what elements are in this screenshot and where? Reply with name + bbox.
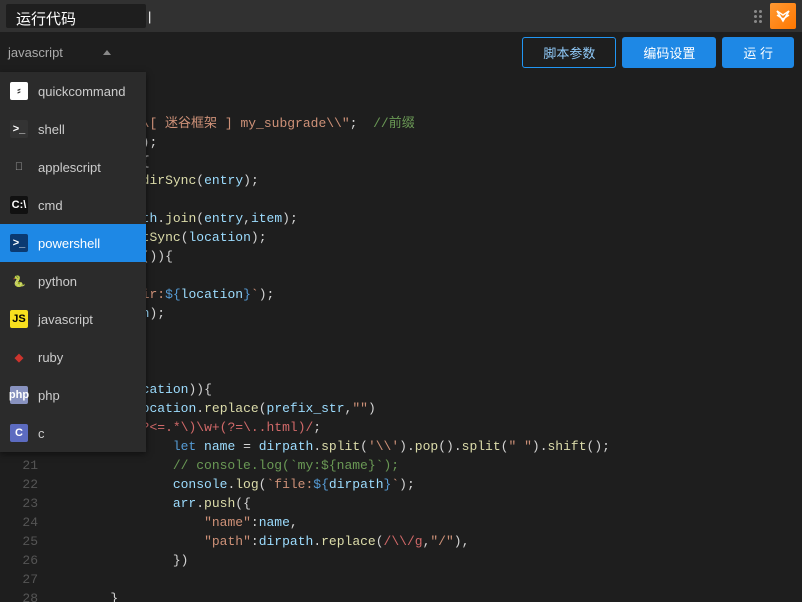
ruby-icon: ◆	[10, 348, 28, 366]
language-option-cmd[interactable]: C:\ cmd	[0, 186, 146, 224]
python-icon: 🐍	[10, 272, 28, 290]
cmd-icon: C:\	[10, 196, 28, 214]
code-line: nsole.log(`dir:${location}`);	[48, 285, 802, 304]
code-line: quire('path');	[48, 133, 802, 152]
language-option-php[interactable]: phpphp	[0, 376, 146, 414]
code-line: let reg = /(?<=.*\)\w+(?=\..html)/;	[48, 418, 802, 437]
code-line: fo = fs.readdirSync(entry);	[48, 171, 802, 190]
applescript-icon: 	[10, 158, 28, 176]
menu-dots-icon[interactable]	[754, 10, 762, 23]
language-option-label: applescript	[38, 160, 101, 175]
php-icon: php	[10, 386, 28, 404]
language-option-quickcommand[interactable]: ⸗ quickcommand	[0, 72, 146, 110]
code-line: e('fs')	[48, 76, 802, 95]
input-cursor: |	[148, 9, 151, 24]
code-line: console.log(`file:${dirpath}`);	[48, 475, 802, 494]
content-area: ⸗ quickcommand >_ shell  applescript C:\ cmd >_…	[0, 72, 802, 602]
language-option-ruby[interactable]: ◆ ruby	[0, 338, 146, 376]
encoding-settings-button[interactable]: 编码设置	[622, 37, 716, 68]
code-line	[48, 95, 802, 114]
language-option-javascript[interactable]: JS javascript	[0, 300, 146, 338]
code-line: (entry) => {	[48, 152, 802, 171]
code-line	[48, 323, 802, 342]
line-number: 21	[0, 456, 38, 475]
language-option-label: php	[38, 388, 60, 403]
script-params-button[interactable]: 脚本参数	[522, 37, 616, 68]
code-line: tml/.test(location)){	[48, 380, 802, 399]
code-line: }	[48, 589, 802, 602]
line-number: 24	[0, 513, 38, 532]
language-option-label: powershell	[38, 236, 100, 251]
code-line: "name":name,	[48, 513, 802, 532]
code-line	[48, 570, 802, 589]
code-line: // console.log(`my:${name}`);	[48, 456, 802, 475]
code-line: .isDirectory()){	[48, 247, 802, 266]
language-option-python[interactable]: 🐍 python	[0, 262, 146, 300]
javascript-icon: JS	[10, 310, 28, 328]
language-option-label: ruby	[38, 350, 63, 365]
language-option-label: c	[38, 426, 45, 441]
language-option-label: shell	[38, 122, 65, 137]
topbar: 运行代码 |	[0, 0, 802, 32]
quickcommand-icon: ⸗	[10, 82, 28, 100]
powershell-icon: >_	[10, 234, 28, 252]
line-number: 22	[0, 475, 38, 494]
language-option-label: cmd	[38, 198, 63, 213]
command-input[interactable]: 运行代码	[6, 4, 146, 28]
code-line: = "H:\\BOOK\\[ 迷谷框架 ] my_subgrade\\"; //…	[48, 114, 802, 133]
line-number: 27	[0, 570, 38, 589]
language-option-shell[interactable]: >_ shell	[0, 110, 146, 148]
code-line: 件	[48, 342, 802, 361]
shell-icon: >_	[10, 120, 28, 138]
language-select[interactable]: javascript	[8, 45, 111, 60]
code-line: "path":dirpath.replace(/\\/g,"/"),	[48, 532, 802, 551]
language-option-c[interactable]: Cc	[0, 414, 146, 452]
line-number: 23	[0, 494, 38, 513]
code-line: nfo = fs.statSync(location);	[48, 228, 802, 247]
code-line: arr.push({	[48, 494, 802, 513]
line-number: 25	[0, 532, 38, 551]
toolbar: javascript 脚本参数 编码设置 运 行	[0, 32, 802, 72]
editor-code[interactable]: e('fs') = "H:\\BOOK\\[ 迷谷框架 ] my_subgrad…	[48, 72, 802, 602]
code-line: dirpath = location.replace(prefix_str,""…	[48, 399, 802, 418]
code-line: let name = dirpath.split('\\').pop().spl…	[48, 437, 802, 456]
code-line: 读取html	[48, 361, 802, 380]
line-number: 26	[0, 551, 38, 570]
language-dropdown: ⸗ quickcommand >_ shell  applescript C:\ cmd >_…	[0, 72, 146, 452]
language-option-applescript[interactable]:  applescript	[0, 148, 146, 186]
language-option-label: javascript	[38, 312, 93, 327]
code-line: dDir(location);	[48, 304, 802, 323]
code-line: Each(item=>{	[48, 190, 802, 209]
c-icon: C	[10, 424, 28, 442]
app-logo-icon[interactable]	[770, 3, 796, 29]
language-select-value: javascript	[8, 45, 63, 60]
run-button[interactable]: 运 行	[722, 37, 794, 68]
code-line: ocation = path.join(entry,item);	[48, 209, 802, 228]
language-option-powershell[interactable]: >_ powershell	[0, 224, 146, 262]
language-option-label: quickcommand	[38, 84, 125, 99]
line-number: 28	[0, 589, 38, 602]
code-line: 录	[48, 266, 802, 285]
language-option-label: python	[38, 274, 77, 289]
code-line: })	[48, 551, 802, 570]
dropdown-arrow-icon	[103, 50, 111, 55]
